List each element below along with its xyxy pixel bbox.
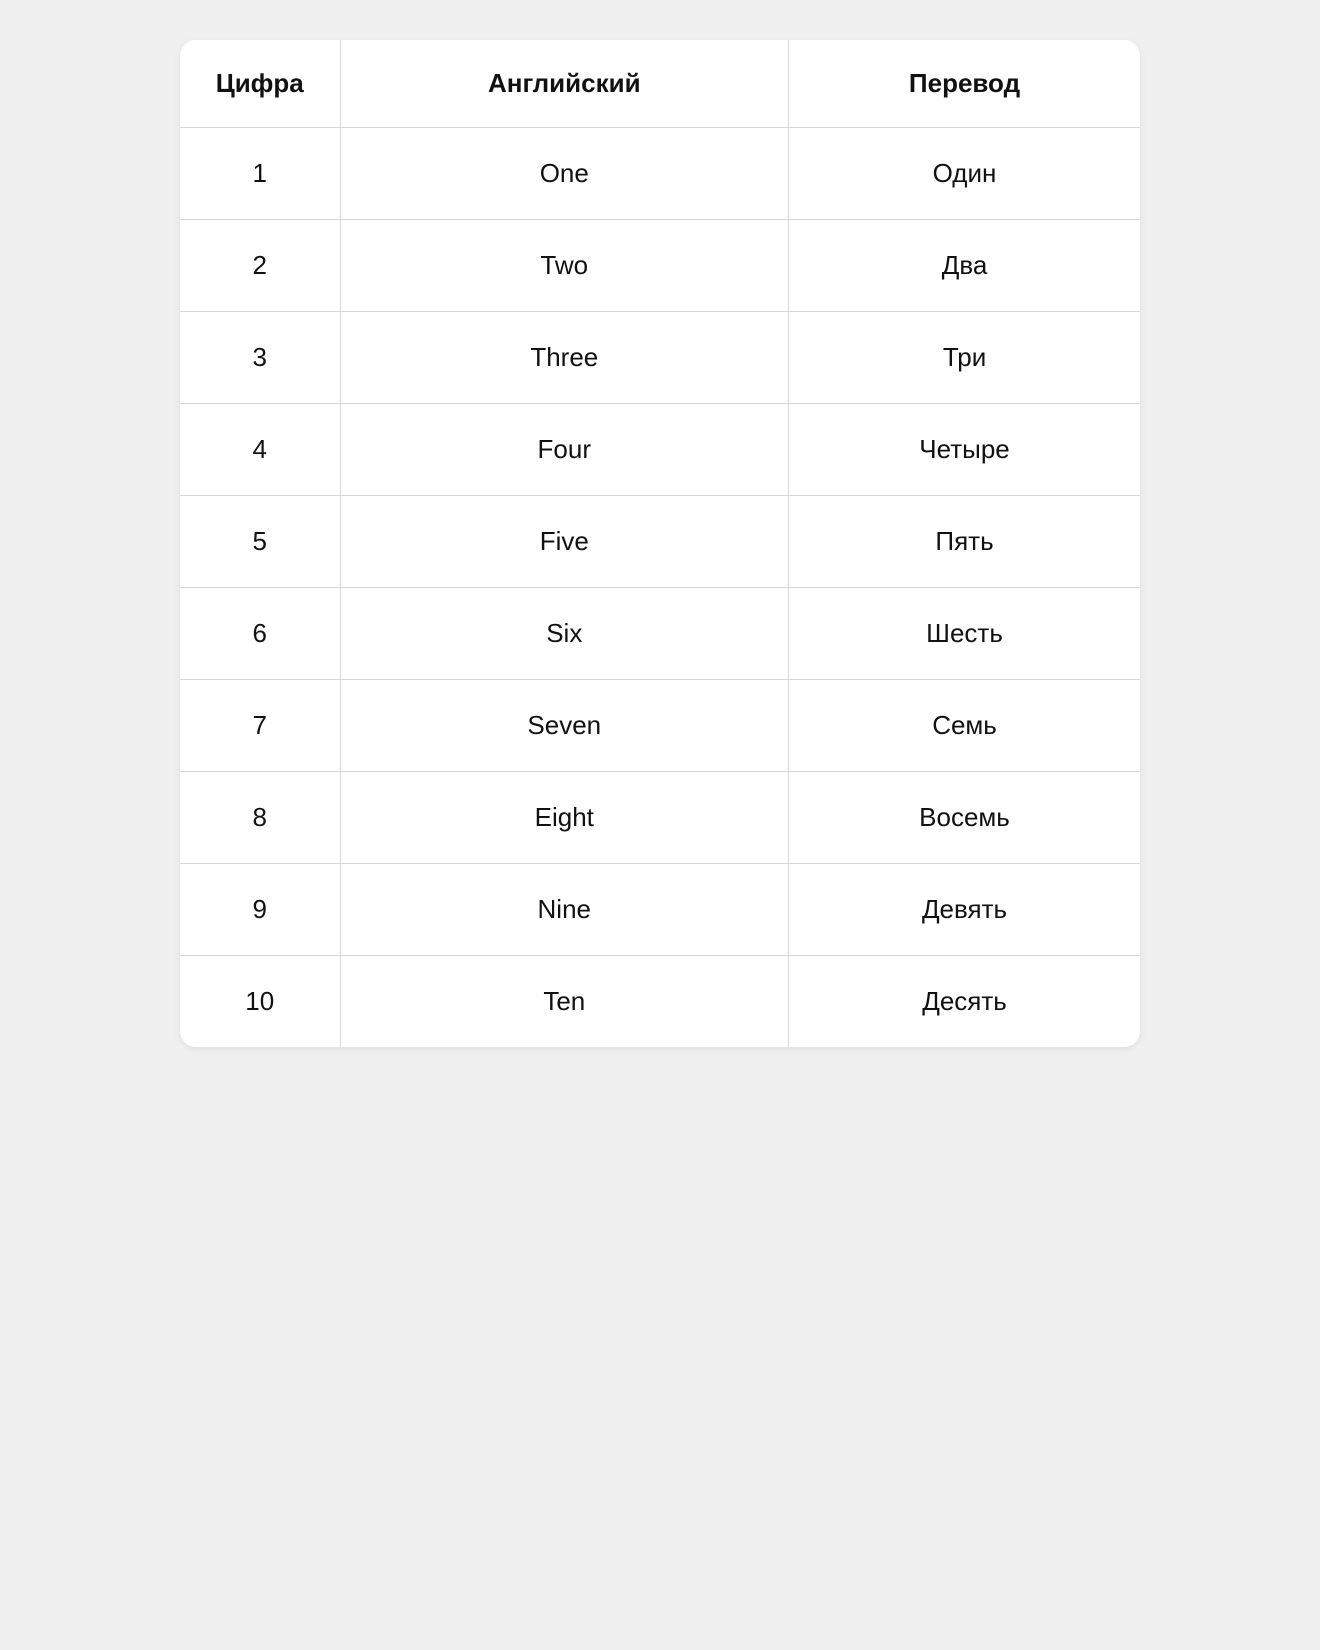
table-row: 2TwoДва xyxy=(180,220,1140,312)
cell-english: Ten xyxy=(340,956,789,1048)
table-row: 6SixШесть xyxy=(180,588,1140,680)
table-row: 10TenДесять xyxy=(180,956,1140,1048)
cell-russian: Десять xyxy=(789,956,1140,1048)
cell-digit: 2 xyxy=(180,220,340,312)
cell-russian: Семь xyxy=(789,680,1140,772)
cell-russian: Пять xyxy=(789,496,1140,588)
table-row: 4FourЧетыре xyxy=(180,404,1140,496)
header-digit: Цифра xyxy=(180,40,340,128)
cell-digit: 4 xyxy=(180,404,340,496)
cell-english: Seven xyxy=(340,680,789,772)
cell-english: Three xyxy=(340,312,789,404)
table-row: 8EightВосемь xyxy=(180,772,1140,864)
table-row: 1OneОдин xyxy=(180,128,1140,220)
cell-english: Nine xyxy=(340,864,789,956)
cell-digit: 7 xyxy=(180,680,340,772)
table-row: 5FiveПять xyxy=(180,496,1140,588)
table-header-row: Цифра Английский Перевод xyxy=(180,40,1140,128)
table-row: 9NineДевять xyxy=(180,864,1140,956)
cell-digit: 1 xyxy=(180,128,340,220)
cell-english: Six xyxy=(340,588,789,680)
cell-russian: Один xyxy=(789,128,1140,220)
numbers-table-container: Цифра Английский Перевод 1OneОдин2TwoДва… xyxy=(180,40,1140,1047)
cell-russian: Два xyxy=(789,220,1140,312)
cell-russian: Три xyxy=(789,312,1140,404)
cell-english: One xyxy=(340,128,789,220)
cell-english: Five xyxy=(340,496,789,588)
cell-digit: 8 xyxy=(180,772,340,864)
cell-russian: Девять xyxy=(789,864,1140,956)
cell-digit: 10 xyxy=(180,956,340,1048)
numbers-table: Цифра Английский Перевод 1OneОдин2TwoДва… xyxy=(180,40,1140,1047)
table-row: 3ThreeТри xyxy=(180,312,1140,404)
cell-digit: 6 xyxy=(180,588,340,680)
cell-russian: Четыре xyxy=(789,404,1140,496)
cell-russian: Восемь xyxy=(789,772,1140,864)
cell-digit: 9 xyxy=(180,864,340,956)
cell-english: Four xyxy=(340,404,789,496)
header-english: Английский xyxy=(340,40,789,128)
cell-english: Eight xyxy=(340,772,789,864)
table-row: 7SevenСемь xyxy=(180,680,1140,772)
header-russian: Перевод xyxy=(789,40,1140,128)
cell-digit: 3 xyxy=(180,312,340,404)
cell-russian: Шесть xyxy=(789,588,1140,680)
cell-english: Two xyxy=(340,220,789,312)
cell-digit: 5 xyxy=(180,496,340,588)
